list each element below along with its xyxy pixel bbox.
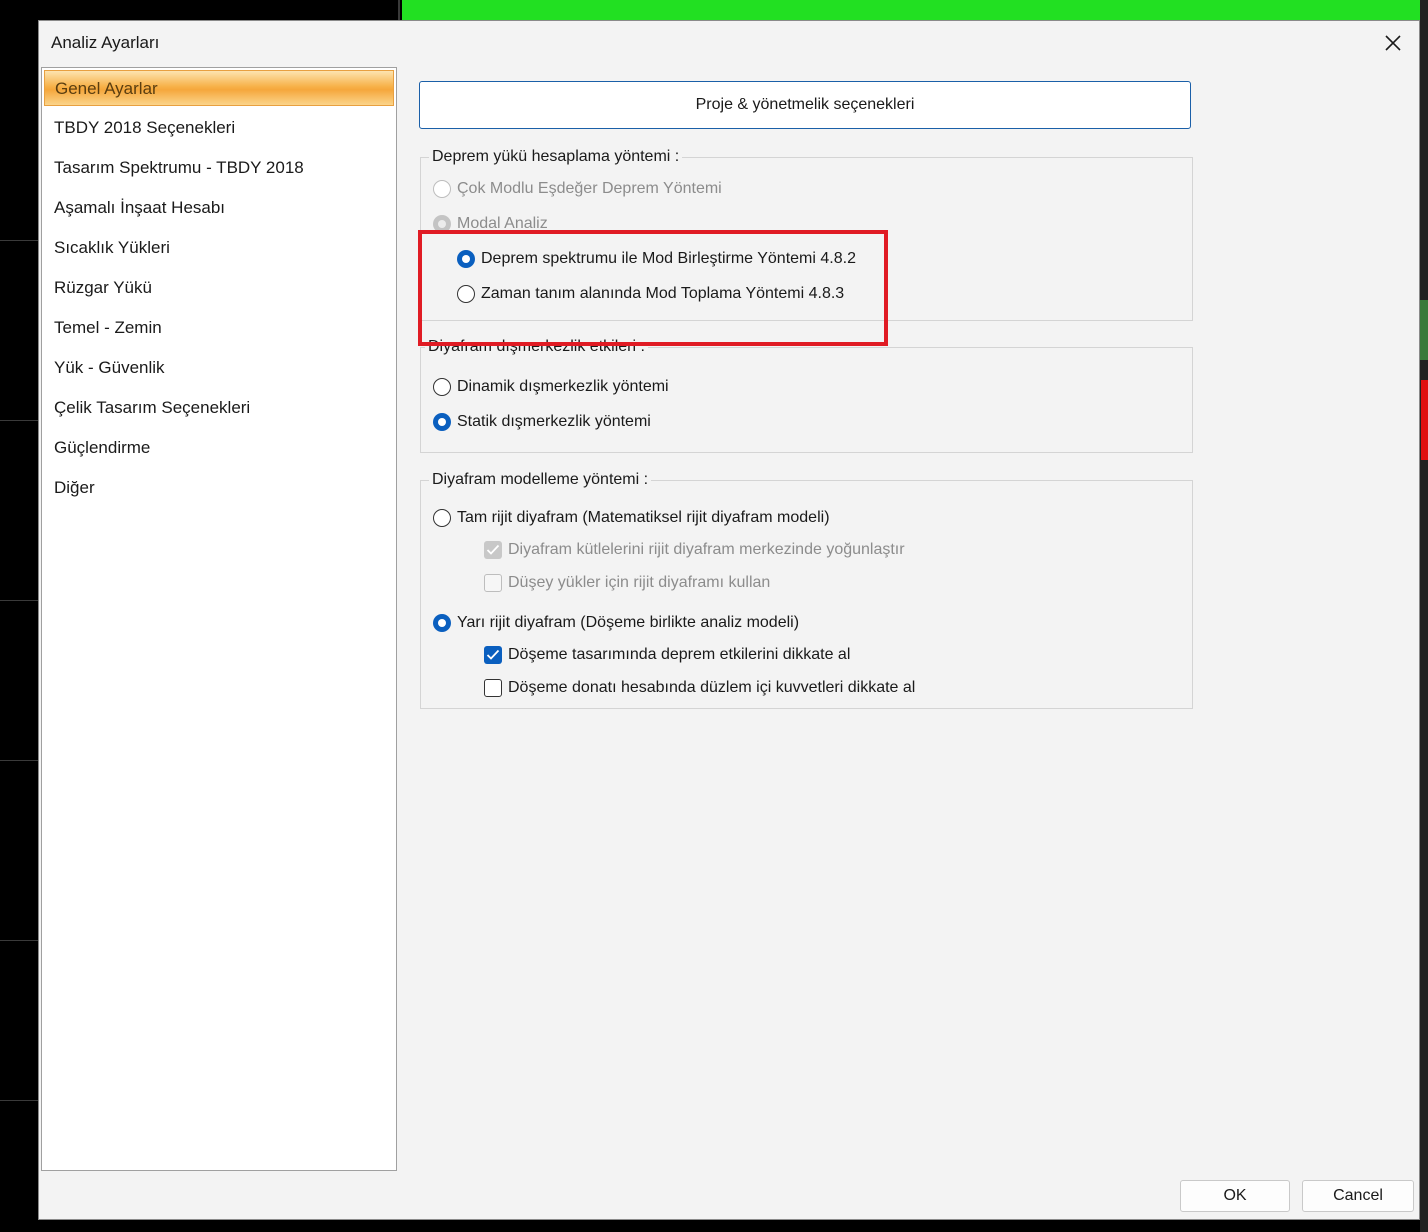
sidebar-item-temel-zemin[interactable]: Temel - Zemin	[44, 310, 394, 346]
kutle-yogunlastir-checkbox[interactable]: Diyafram kütlelerini rijit diyafram merk…	[484, 541, 905, 559]
grid-line	[0, 760, 38, 761]
grid-line	[398, 0, 400, 20]
dusey-yukler-checkbox[interactable]: Düşey yükler için rijit diyaframı kullan	[484, 574, 770, 592]
checkbox-indicator	[484, 679, 502, 697]
sidebar-item-asamali-insaat[interactable]: Aşamalı İnşaat Hesabı	[44, 190, 394, 226]
dialog-title: Analiz Ayarları	[51, 33, 160, 52]
option-label: Dinamik dışmerkezlik yöntemi	[457, 378, 669, 395]
grid-line	[0, 1100, 38, 1101]
analiz-ayarlari-dialog: Analiz Ayarları Genel Ayarlar TBDY 2018 …	[38, 20, 1420, 1220]
option-label: Statik dışmerkezlik yöntemi	[457, 413, 651, 430]
group-title: Diyafram modelleme yöntemi :	[429, 471, 652, 489]
option-label: Çok Modlu Eşdeğer Deprem Yöntemi	[457, 180, 722, 197]
yari-rijit-radio[interactable]: Yarı rijit diyafram (Döşeme birlikte ana…	[433, 614, 799, 632]
diyafram-modelleme-group: Diyafram modelleme yöntemi : Tam rijit d…	[420, 471, 1193, 709]
option-label: Diyafram kütlelerini rijit diyafram merk…	[508, 541, 905, 558]
diyafram-dismerkezlik-group: Diyafram dışmerkezlik etkileri : Dinamik…	[420, 338, 1193, 453]
grid-line	[0, 420, 38, 421]
option-label: Yarı rijit diyafram (Döşeme birlikte ana…	[457, 614, 800, 631]
sidebar-item-sicaklik[interactable]: Sıcaklık Yükleri	[44, 230, 394, 266]
close-button[interactable]	[1373, 25, 1413, 61]
proje-yonetmelik-button[interactable]: Proje & yönetmelik seçenekleri	[419, 81, 1191, 129]
structure-green	[1420, 300, 1428, 360]
doseme-donati-checkbox[interactable]: Döşeme donatı hesabında düzlem içi kuvve…	[484, 679, 915, 697]
option-label: Düşey yükler için rijit diyaframı kullan	[508, 574, 771, 591]
dinamik-dismerkezlik-radio[interactable]: Dinamik dışmerkezlik yöntemi	[433, 378, 669, 396]
radio-indicator	[433, 180, 451, 198]
checkmark-icon	[486, 649, 500, 660]
group-title: Deprem yükü hesaplama yöntemi :	[429, 148, 683, 166]
structure-green	[402, 0, 1420, 20]
structure-red	[1421, 380, 1428, 460]
ok-button[interactable]: OK	[1180, 1180, 1290, 1212]
option-label: Tam rijit diyafram (Matematiksel rijit d…	[457, 509, 830, 526]
sidebar-item-genel-ayarlar[interactable]: Genel Ayarlar	[44, 70, 394, 106]
close-icon	[1385, 35, 1401, 51]
checkbox-indicator	[484, 646, 502, 664]
sidebar-item-tbdy-secenekleri[interactable]: TBDY 2018 Seçenekleri	[44, 110, 394, 146]
sidebar-item-yuk-guvenlik[interactable]: Yük - Güvenlik	[44, 350, 394, 386]
checkbox-indicator	[484, 574, 502, 592]
option-label: Döşeme tasarımında deprem etkilerini dik…	[508, 646, 851, 663]
checkmark-icon	[486, 544, 500, 555]
radio-indicator	[433, 509, 451, 527]
canvas-edge	[1420, 0, 1428, 1232]
settings-main-panel: Proje & yönetmelik seçenekleri Deprem yü…	[398, 67, 1419, 1171]
sidebar-item-celik-tasarim[interactable]: Çelik Tasarım Seçenekleri	[44, 390, 394, 426]
annotation-highlight-box	[418, 230, 888, 346]
radio-indicator	[433, 614, 451, 632]
doseme-deprem-checkbox[interactable]: Döşeme tasarımında deprem etkilerini dik…	[484, 646, 850, 664]
sidebar-item-diger[interactable]: Diğer	[44, 470, 394, 506]
title-bar: Analiz Ayarları	[39, 21, 1419, 65]
grid-line	[0, 240, 38, 241]
grid-line	[0, 940, 38, 941]
radio-indicator	[433, 378, 451, 396]
statik-dismerkezlik-radio[interactable]: Statik dışmerkezlik yöntemi	[433, 413, 651, 431]
sidebar-item-tasarim-spektrumu[interactable]: Tasarım Spektrumu - TBDY 2018	[44, 150, 394, 186]
sidebar-item-guclendirme[interactable]: Güçlendirme	[44, 430, 394, 466]
option-label: Döşeme donatı hesabında düzlem içi kuvve…	[508, 679, 916, 696]
settings-sidebar: Genel Ayarlar TBDY 2018 Seçenekleri Tasa…	[41, 67, 397, 1171]
tam-rijit-radio[interactable]: Tam rijit diyafram (Matematiksel rijit d…	[433, 509, 830, 527]
cok-modlu-radio[interactable]: Çok Modlu Eşdeğer Deprem Yöntemi	[433, 180, 722, 198]
radio-indicator	[433, 413, 451, 431]
checkbox-indicator	[484, 541, 502, 559]
grid-line	[0, 600, 38, 601]
sidebar-item-ruzgar[interactable]: Rüzgar Yükü	[44, 270, 394, 306]
cancel-button[interactable]: Cancel	[1302, 1180, 1414, 1212]
